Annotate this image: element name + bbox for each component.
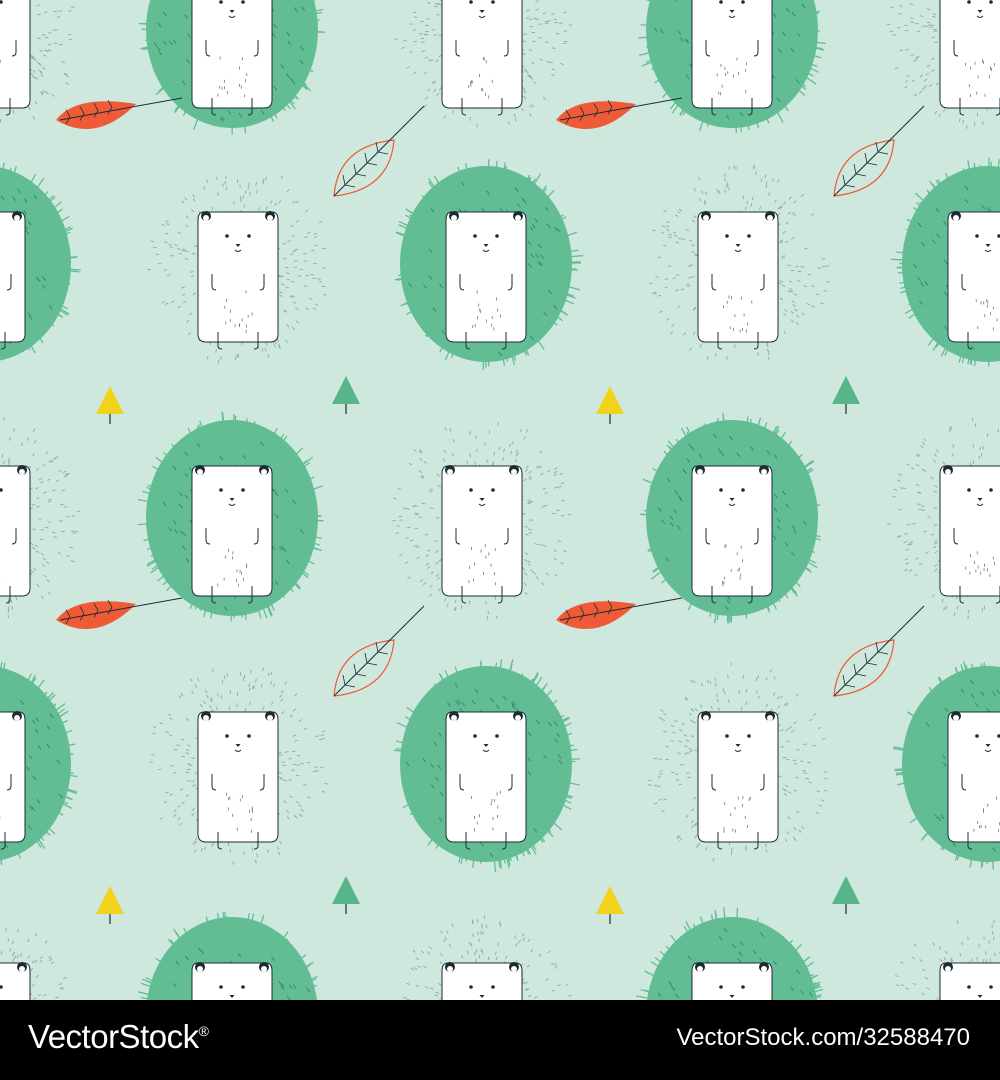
hedgehog-pattern xyxy=(0,0,1000,1000)
registered-mark: ® xyxy=(198,1023,209,1039)
brand-name: VectorStock xyxy=(28,1018,199,1055)
image-url: VectorStock.com/32588470 xyxy=(676,1024,970,1051)
watermark-footer: VectorStock® VectorStock.com/32588470 xyxy=(0,1000,1000,1080)
vectorstock-logo: VectorStock® xyxy=(28,1018,209,1056)
stock-image: VectorStock® VectorStock.com/32588470 xyxy=(0,0,1000,1080)
